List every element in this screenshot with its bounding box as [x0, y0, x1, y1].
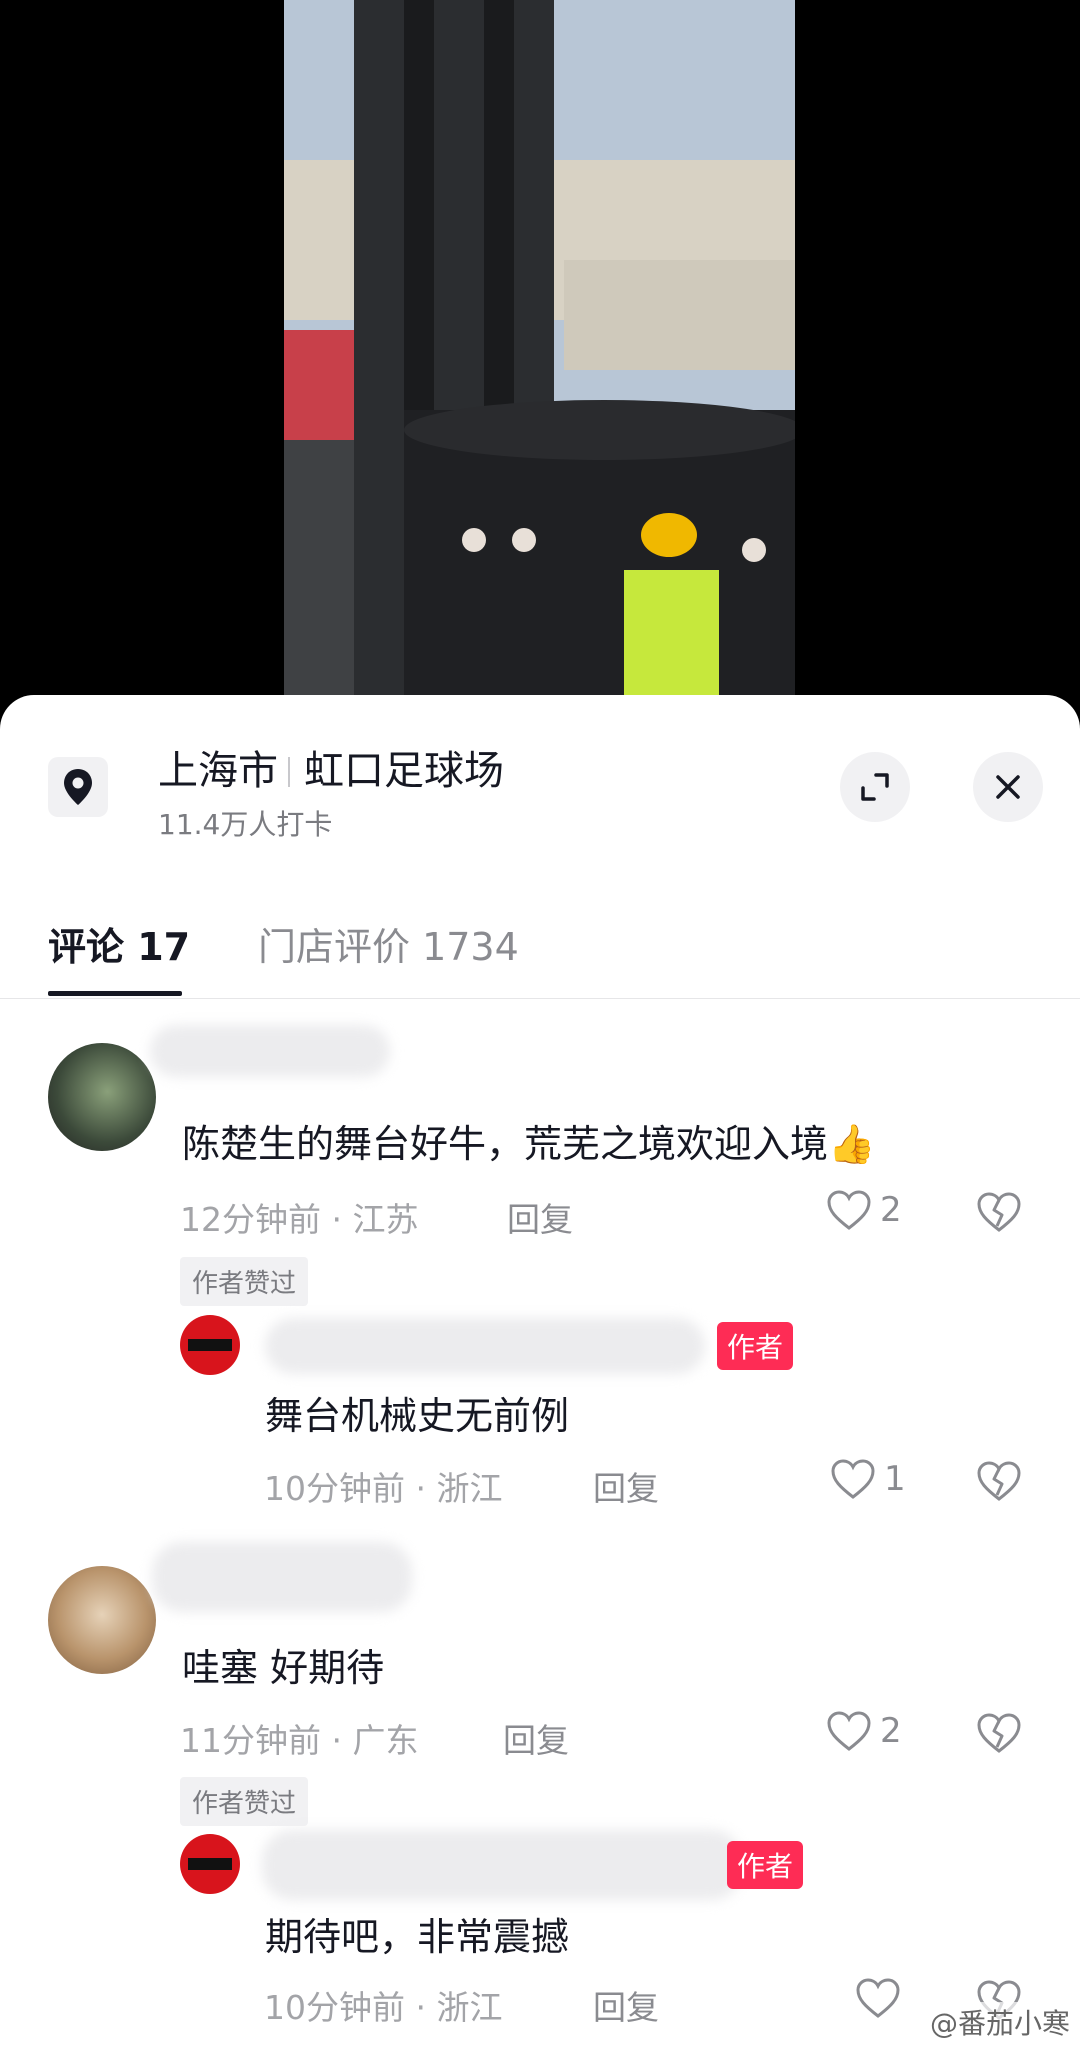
reply-button[interactable]: 回复	[593, 1462, 659, 1510]
heart-icon	[827, 1711, 871, 1751]
author-avatar[interactable]	[180, 1834, 240, 1894]
stage-scene-image	[284, 0, 795, 720]
logo-bar	[188, 1858, 232, 1870]
like-button[interactable]: 2	[826, 1189, 902, 1231]
broken-heart-icon	[977, 1461, 1021, 1501]
broken-heart-icon	[977, 1713, 1021, 1753]
logo-bar	[188, 1339, 232, 1351]
checkin-count: 11.4万人打卡	[158, 808, 333, 841]
location-title[interactable]: 上海市 虹口足球场	[158, 738, 504, 796]
expand-button[interactable]	[840, 752, 910, 822]
dislike-button[interactable]	[976, 1712, 1022, 1758]
location-venue: 虹口足球场	[304, 748, 504, 794]
author-liked-badge: 作者赞过	[180, 1257, 309, 1306]
author-liked-badge: 作者赞过	[180, 1777, 309, 1826]
author-badge: 作者	[727, 1841, 804, 1889]
close-button[interactable]	[973, 752, 1043, 822]
close-icon	[996, 775, 1020, 799]
dislike-button[interactable]	[976, 1191, 1022, 1237]
username-redacted[interactable]	[150, 1025, 390, 1077]
reply-button[interactable]: 回复	[507, 1193, 573, 1241]
like-button[interactable]	[855, 1977, 909, 2019]
reply-button[interactable]: 回复	[503, 1714, 569, 1762]
heart-icon	[831, 1459, 875, 1499]
active-tab-indicator	[48, 991, 182, 996]
reply-meta: 10分钟前 · 浙江	[264, 1988, 503, 2027]
author-avatar[interactable]	[180, 1315, 240, 1375]
video-player[interactable]	[0, 0, 1080, 720]
heart-icon	[856, 1978, 900, 2018]
avatar[interactable]	[48, 1043, 156, 1151]
like-count: 1	[884, 1459, 906, 1499]
watermark: @番茄小寒	[929, 2002, 1070, 2042]
video-frame	[284, 0, 795, 720]
author-badge: 作者	[717, 1322, 794, 1370]
comment-text: 哇塞 好期待	[182, 1646, 385, 1690]
broken-heart-icon	[977, 1192, 1021, 1232]
tab-comments[interactable]: 评论 17	[48, 916, 190, 971]
comment-meta: 11分钟前 · 广东	[180, 1721, 419, 1760]
reply-button[interactable]: 回复	[593, 1981, 659, 2029]
dislike-button[interactable]	[976, 1460, 1022, 1506]
avatar[interactable]	[48, 1566, 156, 1674]
author-name-redacted[interactable]	[262, 1830, 742, 1900]
reply-text: 期待吧，非常震撼	[265, 1915, 570, 1959]
expand-icon	[861, 773, 889, 801]
title-separator	[288, 757, 290, 787]
comment-meta: 12分钟前 · 江苏	[180, 1200, 419, 1239]
tab-store-reviews[interactable]: 门店评价 1734	[258, 916, 519, 971]
comment-text: 陈楚生的舞台好牛，荒芜之境欢迎入境👍	[182, 1122, 876, 1166]
location-city: 上海市	[158, 748, 278, 794]
location-pin-icon	[48, 757, 108, 817]
reply-meta: 10分钟前 · 浙江	[264, 1469, 503, 1508]
reply-text: 舞台机械史无前例	[265, 1394, 570, 1438]
author-name-redacted[interactable]	[265, 1318, 705, 1374]
like-button[interactable]: 1	[830, 1458, 906, 1500]
like-button[interactable]: 2	[826, 1710, 902, 1752]
username-redacted[interactable]	[152, 1542, 412, 1612]
like-count: 2	[880, 1711, 902, 1751]
heart-icon	[827, 1190, 871, 1230]
tabs-divider	[0, 998, 1080, 999]
like-count: 2	[880, 1190, 902, 1230]
